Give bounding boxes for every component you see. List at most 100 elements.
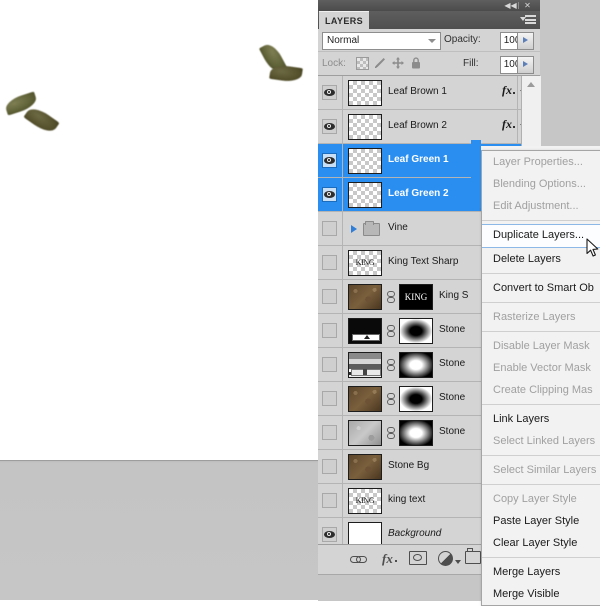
menu-item[interactable]: Convert to Smart Ob (482, 277, 600, 299)
layer-visibility-toggle[interactable] (318, 110, 343, 143)
menu-item: Edit Adjustment... (493, 200, 579, 212)
mask-link-icon[interactable] (387, 393, 395, 406)
layer-visibility-toggle[interactable] (318, 246, 343, 279)
menu-separator (482, 404, 600, 405)
visibility-checkbox[interactable] (322, 459, 337, 474)
blend-mode-value: Normal (327, 35, 360, 46)
layer-thumbnail[interactable] (348, 114, 382, 140)
layer-visibility-toggle[interactable] (318, 450, 343, 483)
layer-thumbnail[interactable] (348, 284, 382, 310)
lock-label: Lock: (322, 58, 346, 69)
close-icon[interactable]: ✕ (521, 1, 534, 10)
menu-item[interactable]: Merge Layers (482, 561, 600, 583)
visibility-checkbox[interactable] (322, 289, 337, 304)
layer-row[interactable]: Leaf Brown 1 fx (318, 76, 530, 110)
menu-separator (482, 273, 600, 274)
layer-visibility-toggle[interactable] (318, 382, 343, 415)
eye-icon (324, 156, 335, 165)
layer-visibility-toggle[interactable] (318, 484, 343, 517)
layer-visibility-toggle[interactable] (318, 76, 343, 109)
new-adjustment-layer-icon[interactable] (438, 551, 461, 566)
layer-thumbnail[interactable] (348, 182, 382, 208)
layer-thumbnail[interactable] (348, 80, 382, 106)
layer-mask-thumbnail[interactable] (399, 318, 433, 344)
menu-item[interactable]: Paste Layer Style (482, 510, 600, 532)
layer-mask-thumbnail[interactable] (399, 420, 433, 446)
mask-link-icon[interactable] (387, 427, 395, 440)
layer-context-menu[interactable]: Layer Properties... Blending Options... Ed… (481, 150, 600, 606)
add-layer-mask-icon[interactable] (409, 551, 427, 565)
layer-visibility-toggle[interactable] (318, 212, 343, 245)
visibility-checkbox[interactable] (322, 357, 337, 372)
visibility-checkbox[interactable] (322, 119, 337, 134)
layer-thumbnail[interactable]: KING (348, 488, 382, 514)
fill-stepper-icon[interactable] (517, 56, 534, 74)
scroll-up-icon[interactable] (522, 76, 540, 92)
layer-thumbnail[interactable]: KING (348, 250, 382, 276)
lock-all-icon[interactable] (409, 56, 423, 70)
visibility-checkbox[interactable] (322, 85, 337, 100)
layer-name: Stone (439, 392, 466, 403)
blend-mode-select[interactable]: Normal (322, 32, 441, 50)
layer-visibility-toggle[interactable] (318, 348, 343, 381)
mask-link-icon[interactable] (387, 291, 395, 304)
lock-position-icon[interactable] (391, 56, 405, 70)
menu-separator (482, 557, 600, 558)
add-layer-style-icon[interactable]: fx (382, 551, 397, 567)
opacity-stepper-icon[interactable] (517, 32, 534, 50)
layer-visibility-toggle[interactable] (318, 144, 343, 177)
layer-mask-thumbnail[interactable] (399, 352, 433, 378)
layer-thumbnail[interactable] (348, 522, 382, 544)
canvas-lower-band (0, 460, 318, 600)
blend-opacity-row: Normal Opacity: 100% (318, 29, 540, 52)
layer-row[interactable]: Leaf Brown 2 fx (318, 110, 530, 144)
lock-transparent-pixels-icon[interactable] (355, 56, 369, 70)
menu-item: Rasterize Layers (493, 311, 576, 323)
menu-separator (482, 302, 600, 303)
link-layers-icon[interactable] (350, 551, 370, 567)
layer-visibility-toggle[interactable] (318, 178, 343, 211)
selected-row-extension (471, 140, 481, 174)
layer-mask-thumbnail[interactable]: KING (399, 284, 433, 310)
layer-visibility-toggle[interactable] (318, 416, 343, 449)
mask-link-icon[interactable] (387, 359, 395, 372)
eye-icon (324, 530, 335, 539)
new-group-icon[interactable] (465, 548, 481, 564)
layer-thumbnail[interactable] (348, 318, 382, 344)
layer-thumbnail[interactable] (348, 352, 382, 378)
layer-visibility-toggle[interactable] (318, 314, 343, 347)
layer-thumbnail[interactable] (348, 454, 382, 480)
collapse-panel-icon[interactable]: ◀◀ (504, 1, 517, 10)
layer-name: King S (439, 290, 469, 301)
tab-layers[interactable]: LAYERS (319, 11, 369, 30)
menu-item[interactable]: Duplicate Layers... (482, 224, 600, 248)
visibility-checkbox[interactable] (322, 493, 337, 508)
layer-thumbnail[interactable] (348, 148, 382, 174)
lock-image-pixels-icon[interactable] (373, 56, 387, 70)
visibility-checkbox[interactable] (322, 425, 337, 440)
visibility-checkbox[interactable] (322, 323, 337, 338)
layer-name: Leaf Brown 2 (388, 120, 447, 131)
layer-visibility-toggle[interactable] (318, 518, 343, 544)
chevron-right-icon[interactable] (351, 225, 357, 233)
layer-name: Vine (388, 222, 408, 233)
eye-icon (324, 122, 335, 131)
panel-menu-icon[interactable] (520, 15, 536, 26)
document-canvas[interactable] (0, 0, 318, 600)
menu-item[interactable]: Clear Layer Style (482, 532, 600, 554)
visibility-checkbox[interactable] (322, 391, 337, 406)
menu-item[interactable]: Delete Layers (482, 248, 600, 270)
layer-thumbnail[interactable] (348, 420, 382, 446)
menu-item[interactable]: Link Layers (482, 408, 600, 430)
layer-thumbnail[interactable] (348, 386, 382, 412)
visibility-checkbox[interactable] (322, 153, 337, 168)
visibility-checkbox[interactable] (322, 527, 337, 542)
menu-separator (482, 484, 600, 485)
layer-visibility-toggle[interactable] (318, 280, 343, 313)
menu-item[interactable]: Merge Visible (482, 583, 600, 605)
visibility-checkbox[interactable] (322, 221, 337, 236)
visibility-checkbox[interactable] (322, 255, 337, 270)
visibility-checkbox[interactable] (322, 187, 337, 202)
layer-mask-thumbnail[interactable] (399, 386, 433, 412)
mask-link-icon[interactable] (387, 325, 395, 338)
